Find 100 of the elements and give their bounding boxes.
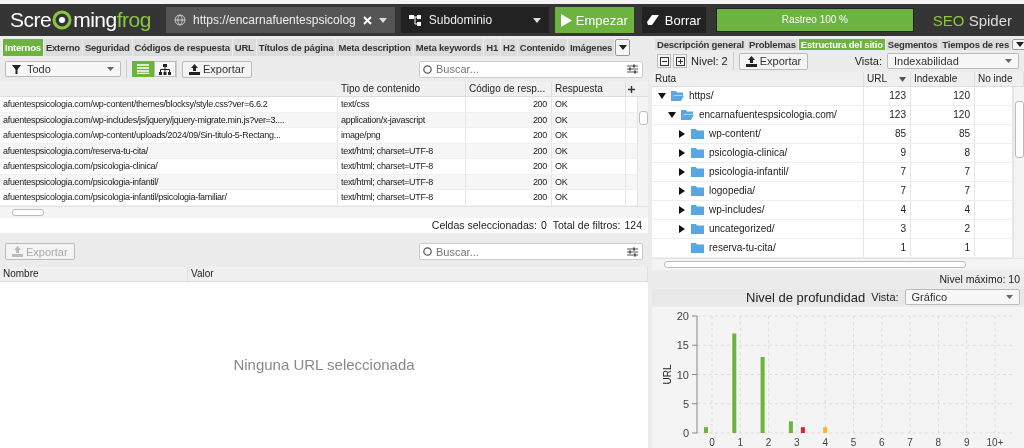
tab[interactable]: Contenido (517, 39, 567, 56)
mode-dropdown[interactable]: Subdominio (400, 7, 549, 33)
close-icon[interactable] (362, 15, 372, 25)
tab[interactable]: H1 (484, 39, 500, 56)
search-field[interactable]: Buscar... (419, 60, 643, 78)
tab[interactable]: Problemas (747, 39, 798, 50)
scrollbar[interactable] (1013, 87, 1024, 258)
minus-icon (659, 56, 669, 66)
tab[interactable]: Segmentos (885, 39, 940, 50)
table-cell: 120 (911, 106, 975, 124)
tree-item[interactable]: encarnafuentespsicologia.com/ (699, 106, 837, 124)
column-header[interactable]: No inde (975, 72, 1024, 86)
more-tabs-button[interactable] (615, 39, 631, 56)
scrollbar[interactable] (652, 258, 1024, 270)
max-level-label: Nivel máximo: 10 (939, 273, 1020, 285)
sliders-icon[interactable] (627, 246, 638, 257)
column-header[interactable]: Ruta (652, 72, 864, 86)
tree-item[interactable]: reserva-tu-cita/ (709, 239, 776, 257)
expand-arrow-icon[interactable] (678, 168, 686, 176)
table-cell: afuentespsicologia.com/psicologia-infantil/psicologia-familiar/ (0, 190, 338, 205)
caret-icon[interactable] (378, 17, 387, 23)
tab[interactable]: Meta keywords (413, 39, 484, 56)
collapse-button[interactable] (657, 54, 671, 68)
expand-arrow-icon[interactable] (678, 130, 686, 138)
collapse-arrow-icon[interactable] (668, 111, 676, 119)
tree-item[interactable]: logopedia/ (709, 182, 756, 200)
search-icon (423, 64, 432, 74)
tab[interactable]: Externo (43, 39, 82, 56)
tab[interactable]: Títulos de página (256, 39, 336, 56)
selected-cells-label: Celdas seleccionadas: (431, 219, 537, 231)
expand-arrow-icon[interactable] (678, 206, 686, 214)
tab[interactable]: URL (232, 39, 256, 56)
filter-dropdown[interactable]: Todo (5, 61, 121, 77)
column-header[interactable]: Tipo de contenido (338, 82, 466, 96)
tab[interactable]: Descripción general (655, 39, 746, 50)
progress-label: Rastreo 100 % (780, 14, 849, 25)
scrollbar[interactable] (637, 97, 648, 206)
url-field[interactable]: https://encarnafuentespsicolog (166, 7, 395, 33)
axis-tick-label: 2 (765, 437, 772, 448)
upload-icon (189, 63, 200, 75)
export-button[interactable]: Exportar (738, 52, 809, 70)
tree-item[interactable]: wp-includes/ (709, 201, 765, 219)
table-cell: afuentespsicologia.com/wp-content/themes/blocksy/style.css?ver=6.6.2 (0, 97, 338, 112)
sort-arrow-icon (899, 76, 906, 82)
table-cell: application/x-javascript (338, 112, 466, 127)
view-dropdown[interactable]: Gráfico (904, 289, 1020, 305)
eraser-icon (646, 14, 661, 26)
tab[interactable]: Tiempos de res (940, 39, 1011, 50)
upload-icon (745, 55, 757, 67)
tree-item[interactable]: psicologia-clinica/ (709, 144, 788, 162)
table-cell: text/css (338, 97, 466, 112)
tab[interactable]: Seguridad (82, 39, 132, 56)
search-field[interactable]: Buscar... (419, 243, 643, 260)
folder-icon (691, 129, 704, 139)
table-cell: 200 (466, 128, 552, 143)
column-header[interactable]: Respuesta (552, 82, 626, 96)
product-name: SEO Spider (932, 11, 1013, 29)
expand-button[interactable] (673, 54, 687, 68)
axis-tick-label: 10 (676, 368, 689, 381)
logo: Scre mingfrog (9, 8, 152, 32)
expand-arrow-icon[interactable] (678, 149, 686, 157)
clear-button[interactable]: Borrar (641, 7, 706, 33)
more-tabs-button[interactable] (1012, 39, 1024, 50)
tree-item[interactable]: wp-content/ (709, 125, 761, 143)
expand-arrow-icon[interactable] (678, 187, 686, 195)
folder-icon (691, 167, 704, 177)
caret-icon (532, 17, 541, 23)
sliders-icon[interactable] (627, 64, 638, 74)
tree-item[interactable]: psicologia-infantil/ (709, 163, 789, 181)
tab[interactable]: Meta description (336, 39, 413, 56)
caret-icon (1015, 42, 1024, 47)
tab[interactable]: Códigos de respuesta (132, 39, 232, 56)
table-cell: 200 (466, 190, 552, 205)
collapse-arrow-icon[interactable] (658, 92, 666, 100)
column-header[interactable]: Nombre (0, 266, 188, 281)
table-cell: OK (552, 159, 626, 174)
column-header[interactable]: Código de resp... (466, 82, 552, 96)
table-cell: afuentespsicologia.com/reserva-tu-cita/ (0, 143, 338, 158)
export-button[interactable]: Exportar (182, 60, 252, 78)
add-column-icon[interactable] (628, 85, 635, 93)
upload-icon (12, 246, 23, 257)
tab[interactable]: Imágenes (567, 39, 615, 56)
table-cell: 4 (911, 201, 975, 219)
table-cell: afuentespsicologia.com/wp-includes/js/jquery/jquery-migrate.min.js?ver=3.... (0, 112, 338, 127)
table-cell: 7 (911, 163, 975, 181)
folder-icon (691, 148, 704, 158)
axis-tick-label: 8 (935, 437, 942, 448)
tab[interactable]: H2 (501, 39, 517, 56)
caret-icon (618, 45, 627, 50)
view-dropdown[interactable]: Indexabilidad (887, 53, 1019, 69)
expand-arrow-icon[interactable] (678, 225, 686, 233)
column-header[interactable]: Valor (188, 266, 648, 281)
tree-view-button[interactable] (154, 61, 176, 77)
column-header[interactable]: URL (864, 72, 911, 86)
column-header[interactable]: Indexable (911, 72, 975, 86)
tree-item[interactable]: https/ (689, 87, 714, 105)
tree-item[interactable]: uncategorized/ (709, 220, 775, 238)
folder-icon (671, 91, 684, 101)
caret-icon (1006, 295, 1013, 299)
folder-icon (691, 224, 704, 234)
